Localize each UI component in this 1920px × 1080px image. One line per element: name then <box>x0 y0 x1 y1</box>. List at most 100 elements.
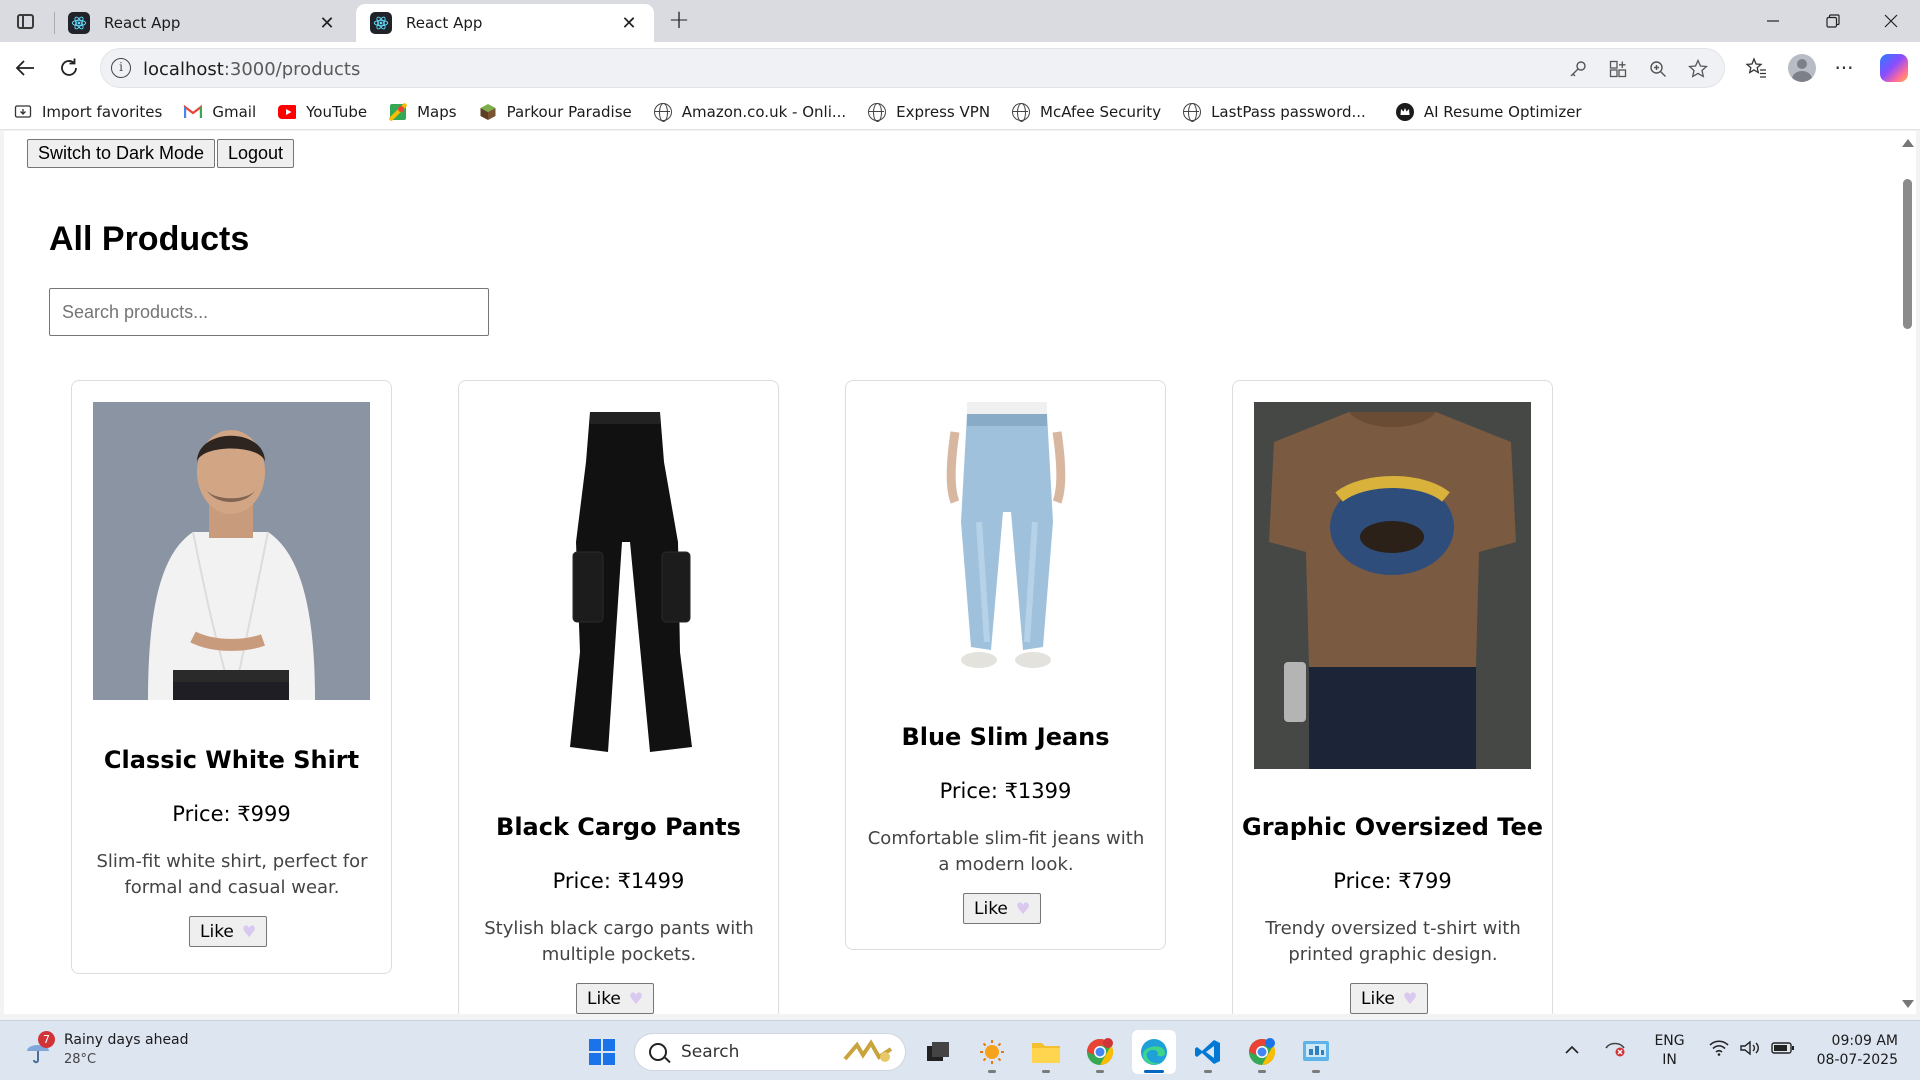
product-name: Classic White Shirt <box>103 746 360 774</box>
battery-icon[interactable] <box>1770 1041 1795 1061</box>
bookmark-amazon[interactable]: Amazon.co.uk - Onli... <box>653 102 846 122</box>
bookmark-label: LastPass password... <box>1211 102 1366 121</box>
chrome-icon <box>1249 1038 1276 1066</box>
network-status-icon[interactable] <box>1604 1039 1626 1063</box>
scrollbar-thumb[interactable] <box>1903 179 1912 329</box>
close-icon[interactable]: ✕ <box>618 12 640 34</box>
close-icon[interactable]: ✕ <box>316 12 338 34</box>
like-button[interactable]: Like ♥ <box>189 916 268 947</box>
product-price: Price: ₹799 <box>1333 869 1452 893</box>
taskbar-app-edge[interactable] <box>1132 1030 1176 1074</box>
product-card: Blue Slim Jeans Price: ₹1399 Comfortable… <box>845 380 1166 950</box>
scroll-down-arrow-icon[interactable] <box>1902 1000 1914 1008</box>
weather-widget[interactable]: 7 Rainy days ahead 28°C <box>24 1031 189 1069</box>
edge-icon <box>1141 1039 1167 1065</box>
bookmark-parkour-paradise[interactable]: Parkour Paradise <box>479 103 632 121</box>
show-hidden-icons-button[interactable] <box>1564 1042 1580 1061</box>
more-options-icon[interactable]: ··· <box>1828 52 1860 84</box>
favorites-icon[interactable] <box>1740 52 1772 84</box>
sun-icon <box>980 1040 1004 1064</box>
product-card: Black Cargo Pants Price: ₹1499 Stylish b… <box>458 380 779 1014</box>
youtube-icon <box>278 103 297 121</box>
heart-icon: ♥ <box>1015 899 1031 918</box>
cube-icon <box>479 103 497 121</box>
key-icon[interactable] <box>1566 57 1590 81</box>
globe-icon <box>868 102 887 122</box>
globe-icon <box>653 102 672 122</box>
taskbar-app-vscode[interactable] <box>1186 1030 1230 1074</box>
language-code: ENG <box>1654 1033 1685 1049</box>
favorite-star-icon[interactable] <box>1686 57 1710 81</box>
search-input[interactable] <box>49 288 489 336</box>
product-image-blue-jeans <box>867 402 1144 677</box>
product-name: Blue Slim Jeans <box>901 723 1110 751</box>
tab-strip: React App ✕ React App ✕ + <box>0 0 1920 42</box>
bookmark-lastpass[interactable]: LastPass password... <box>1183 102 1366 122</box>
zoom-icon[interactable] <box>1646 57 1670 81</box>
page-title: All Products <box>49 220 250 258</box>
like-label: Like <box>587 988 621 1009</box>
search-highlight-icon <box>843 1039 893 1062</box>
product-name: Graphic Oversized Tee <box>1242 813 1543 841</box>
vscode-icon <box>1195 1040 1220 1064</box>
language-indicator[interactable]: ENG IN <box>1654 1032 1684 1070</box>
globe-icon <box>1012 102 1031 122</box>
logout-button[interactable]: Logout <box>217 139 295 168</box>
bookmark-mcafee[interactable]: McAfee Security <box>1012 102 1161 122</box>
product-price: Price: ₹999 <box>172 802 291 826</box>
profile-avatar[interactable] <box>1788 54 1816 82</box>
bookmark-ai-resume-optimizer[interactable]: AI Resume Optimizer <box>1395 102 1582 121</box>
refresh-button[interactable] <box>52 52 86 84</box>
bookmark-import-favorites[interactable]: Import favorites <box>14 103 162 121</box>
restore-button[interactable] <box>1804 0 1862 42</box>
taskbar-app-chrome[interactable] <box>1078 1030 1122 1074</box>
bookmark-label: Parkour Paradise <box>506 102 632 121</box>
bookmark-maps[interactable]: Maps <box>389 102 457 121</box>
bookmark-label: Maps <box>417 102 457 121</box>
address-bar[interactable]: i localhost:3000/products <box>100 48 1725 88</box>
volume-icon[interactable] <box>1739 1040 1761 1062</box>
bookmark-gmail[interactable]: Gmail <box>184 103 256 121</box>
apps-icon[interactable] <box>1606 57 1630 81</box>
page-scrollbar[interactable] <box>1898 131 1916 1014</box>
taskbar-search[interactable]: Search <box>634 1033 906 1071</box>
close-window-icon <box>1884 14 1898 28</box>
url-path: :3000/products <box>223 59 361 80</box>
product-description: Slim-fit white shirt, perfect for formal… <box>96 851 368 898</box>
scroll-up-arrow-icon[interactable] <box>1902 139 1914 147</box>
taskbar-app-file-explorer[interactable] <box>1024 1030 1068 1074</box>
close-window-button[interactable] <box>1862 0 1920 42</box>
start-button[interactable] <box>580 1030 624 1074</box>
language-region: IN <box>1662 1052 1677 1068</box>
wifi-icon[interactable] <box>1709 1040 1729 1062</box>
bookmark-label: Import favorites <box>42 102 163 121</box>
taskbar-app-task-view[interactable] <box>916 1030 960 1074</box>
bookmark-label: Gmail <box>212 102 257 121</box>
back-button[interactable] <box>8 52 42 84</box>
taskbar-app-chrome-profile[interactable] <box>1240 1030 1284 1074</box>
copilot-icon[interactable] <box>1880 54 1908 82</box>
like-button[interactable]: Like ♥ <box>1350 983 1429 1014</box>
taskbar-app-control-panel[interactable] <box>1294 1030 1338 1074</box>
clock-date: 08-07-2025 <box>1816 1052 1898 1068</box>
taskbar-app-widgets[interactable] <box>970 1030 1014 1074</box>
tab-actions-button[interactable] <box>8 7 42 35</box>
bookmark-express-vpn[interactable]: Express VPN <box>868 102 990 122</box>
product-image-cargo-pants <box>480 402 757 767</box>
browser-toolbar: i localhost:3000/products ··· <box>0 42 1920 94</box>
dark-mode-button[interactable]: Switch to Dark Mode <box>27 139 216 168</box>
restore-icon <box>1826 14 1840 28</box>
crown-icon <box>1395 102 1414 121</box>
like-button[interactable]: Like ♥ <box>963 893 1042 924</box>
site-info-icon[interactable]: i <box>111 58 131 78</box>
minimize-button[interactable] <box>1744 0 1802 42</box>
weather-badge: 7 <box>38 1031 55 1048</box>
url-text[interactable]: localhost:3000/products <box>143 59 360 80</box>
like-button[interactable]: Like ♥ <box>576 983 655 1014</box>
tab-react-app-2[interactable]: React App ✕ <box>356 4 654 42</box>
bookmark-youtube[interactable]: YouTube <box>278 103 367 121</box>
new-tab-button[interactable]: + <box>664 7 694 35</box>
tab-react-app-1[interactable]: React App ✕ <box>54 4 352 42</box>
system-clock[interactable]: 09:09 AM 08-07-2025 <box>1817 1032 1898 1070</box>
tab-title: React App <box>406 14 483 32</box>
